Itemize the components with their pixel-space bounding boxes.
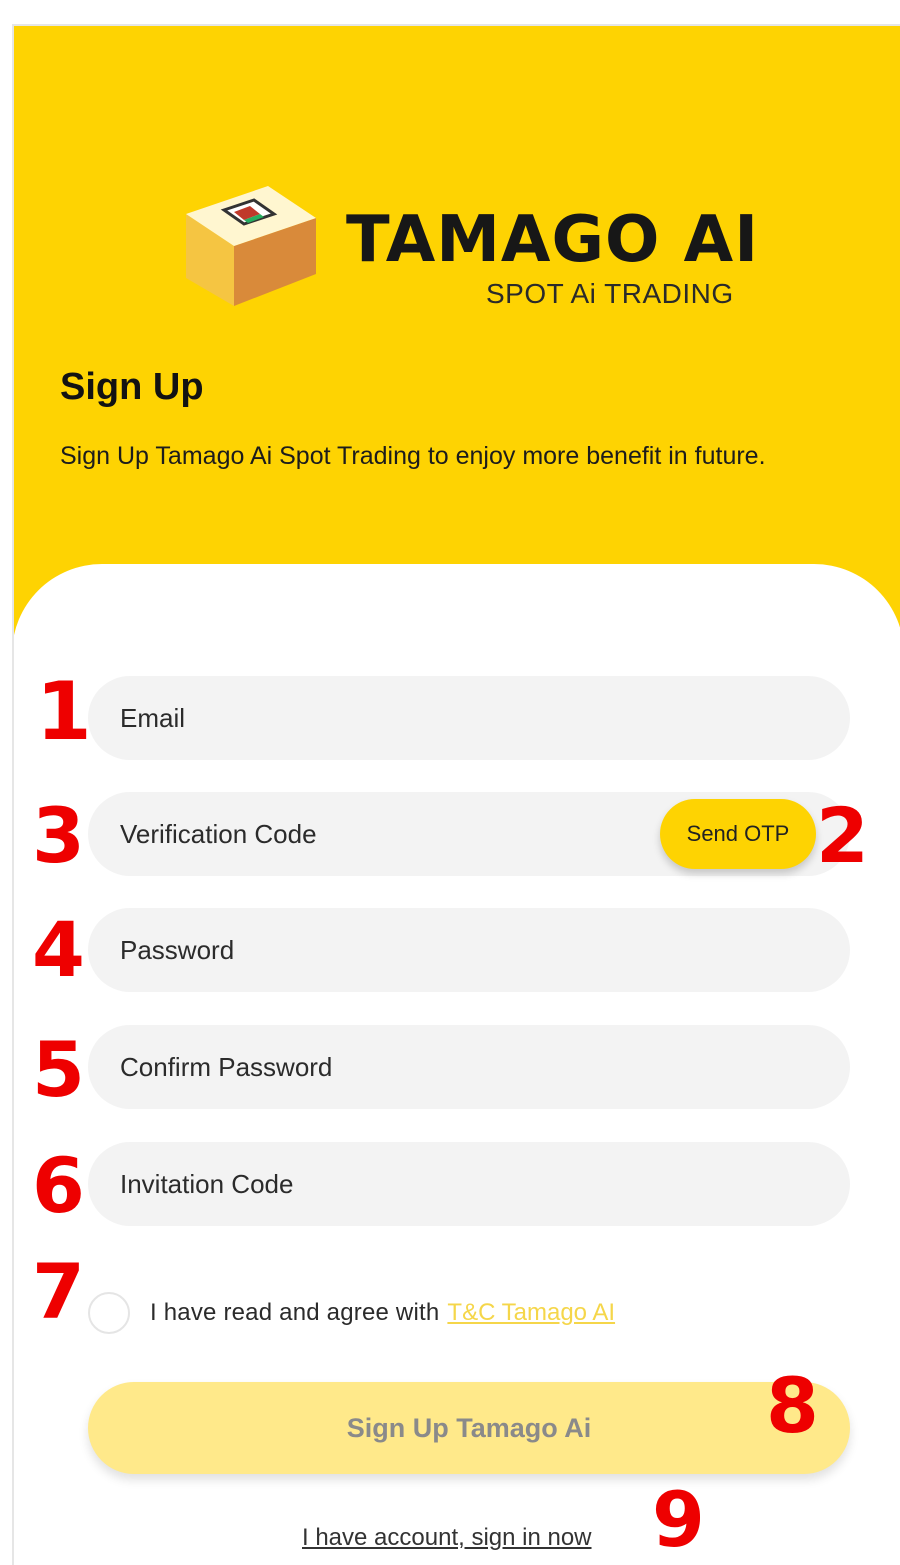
email-input[interactable] [120,702,680,734]
verification-code-input[interactable] [120,818,680,850]
annotation-marker-7: 7 [32,1247,85,1336]
page-subtitle: Sign Up Tamago Ai Spot Trading to enjoy … [60,442,766,470]
annotation-marker-2: 2 [816,791,869,880]
brand-tagline: SPOT Ai TRADING [486,278,734,309]
invitation-code-input[interactable] [120,1168,680,1200]
brand-name: TAMAGO AI [346,203,759,277]
password-field[interactable] [88,908,850,992]
password-input[interactable] [120,934,680,966]
terms-agreement: I have read and agree with T&C Tamago AI [88,1292,615,1334]
annotation-marker-9: 9 [652,1475,705,1564]
verification-code-field[interactable]: Send OTP [88,792,850,876]
annotation-marker-6: 6 [32,1141,85,1230]
send-otp-button[interactable]: Send OTP [660,799,816,869]
page-title: Sign Up [60,366,204,408]
terms-agree-text: I have read and agree with [150,1299,440,1326]
sign-in-link[interactable]: I have account, sign in now [302,1524,592,1552]
header-hero: TAMAGO AI SPOT Ai TRADING Sign Up Sign U… [14,26,900,646]
terms-checkbox[interactable] [88,1292,130,1334]
terms-link[interactable]: T&C Tamago AI [447,1299,615,1327]
invitation-code-field[interactable] [88,1142,850,1226]
app-frame: TAMAGO AI SPOT Ai TRADING Sign Up Sign U… [12,24,900,1565]
annotation-marker-3: 3 [32,791,85,880]
confirm-password-input[interactable] [120,1051,680,1083]
annotation-marker-4: 4 [32,905,85,994]
brand-logo: TAMAGO AI SPOT Ai TRADING [176,174,776,314]
cube-logo-icon [186,186,316,306]
sign-up-button[interactable]: Sign Up Tamago Ai [88,1382,850,1474]
confirm-password-field[interactable] [88,1025,850,1109]
annotation-marker-8: 8 [766,1361,819,1450]
email-field[interactable] [88,676,850,760]
annotation-marker-1: 1 [36,665,92,758]
annotation-marker-5: 5 [32,1025,85,1114]
